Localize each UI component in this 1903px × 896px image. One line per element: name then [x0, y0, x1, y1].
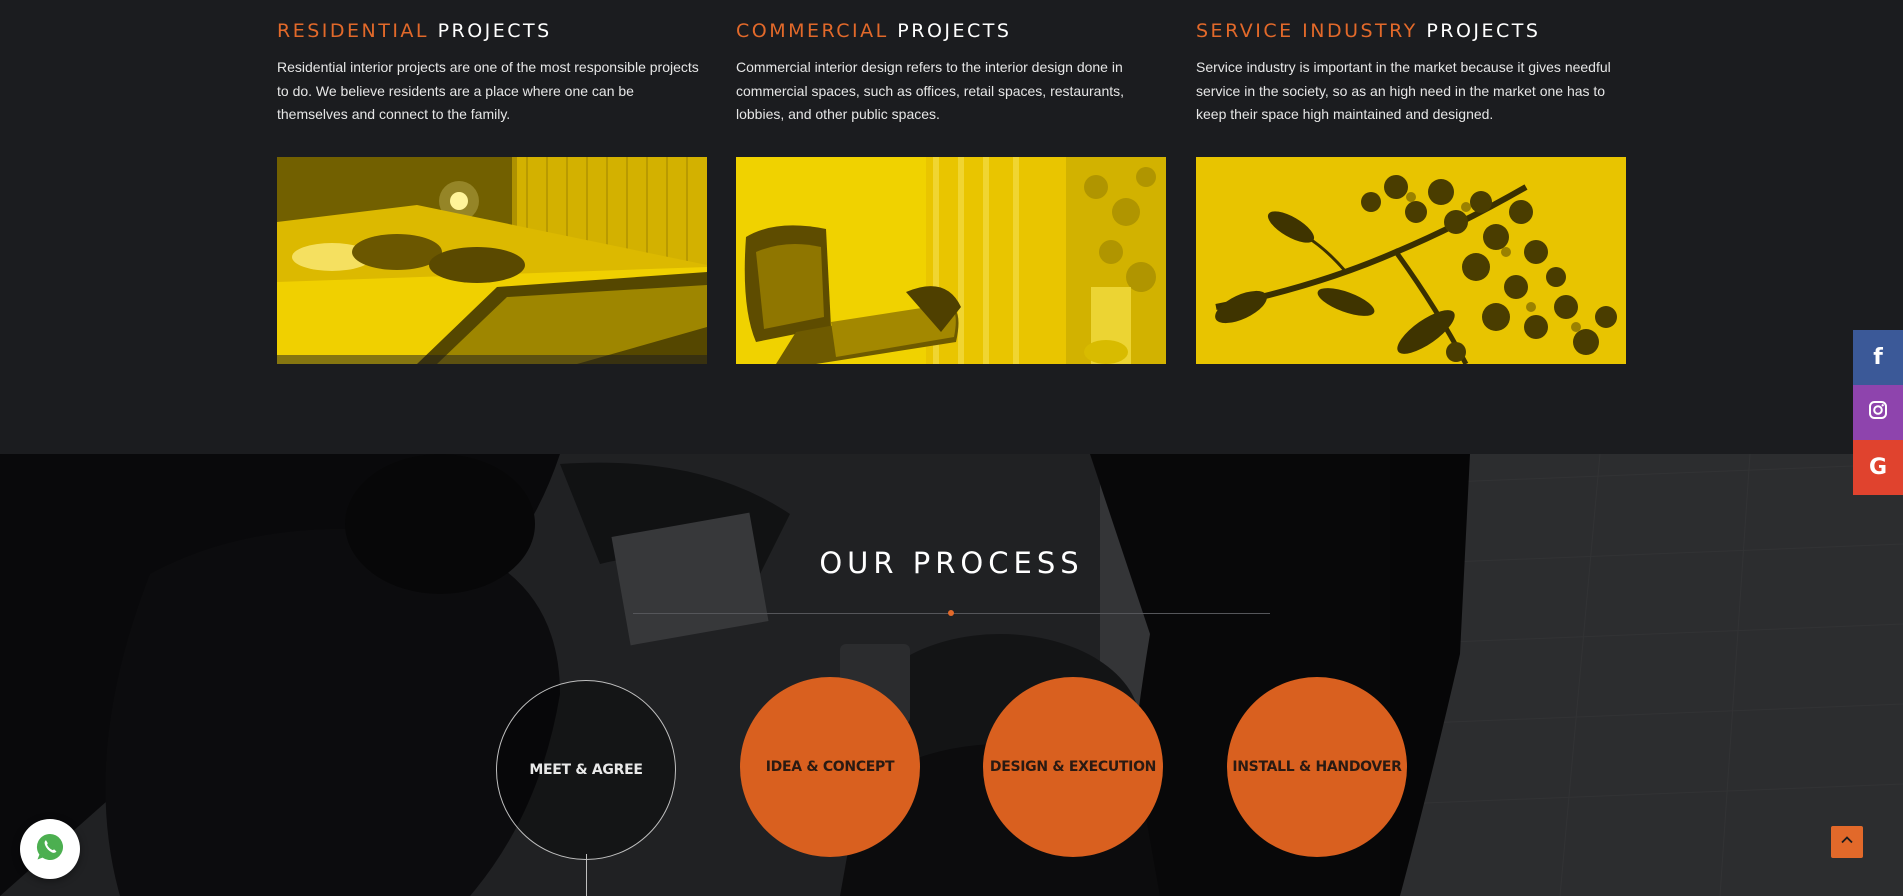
process-title: OUR PROCESS	[819, 546, 1084, 580]
step-connector-line	[586, 854, 587, 896]
project-title-accent: RESIDENTIAL	[277, 20, 430, 42]
instagram-icon	[1868, 400, 1888, 426]
process-section: OUR PROCESS MEET & AGREE IDEA & CONCEPT …	[0, 454, 1903, 896]
project-title-rest: PROJECTS	[437, 20, 552, 42]
facebook-icon: f	[1873, 345, 1883, 370]
whatsapp-icon	[35, 832, 65, 867]
project-title: COMMERCIAL PROJECTS	[736, 20, 1166, 44]
step-label: INSTALL & HANDOVER	[1232, 759, 1402, 775]
project-title: RESIDENTIAL PROJECTS	[277, 20, 707, 44]
facebook-link[interactable]: f	[1853, 330, 1903, 385]
project-description: Residential interior projects are one of…	[277, 59, 699, 122]
project-residential: RESIDENTIAL PROJECTS Residential interio…	[277, 0, 707, 364]
meeting-background-photo	[0, 454, 1903, 896]
project-title-rest: PROJECTS	[1426, 20, 1541, 42]
step-design-execution[interactable]: DESIGN & EXECUTION	[983, 677, 1163, 857]
instagram-link[interactable]	[1853, 385, 1903, 440]
project-commercial: COMMERCIAL PROJECTS Commercial interior …	[736, 0, 1166, 364]
divider-dot	[948, 610, 954, 616]
project-description: Service industry is important in the mar…	[1196, 59, 1611, 122]
project-title-accent: SERVICE INDUSTRY	[1196, 20, 1418, 42]
project-title: SERVICE INDUSTRY PROJECTS	[1196, 20, 1626, 44]
project-description: Commercial interior design refers to the…	[736, 59, 1125, 122]
flowers-image[interactable]	[1196, 157, 1626, 364]
lounge-chair-image[interactable]	[736, 157, 1166, 364]
google-link[interactable]: G	[1853, 440, 1903, 495]
step-meet-agree[interactable]: MEET & AGREE	[496, 680, 676, 860]
step-install-handover[interactable]: INSTALL & HANDOVER	[1227, 677, 1407, 857]
project-title-rest: PROJECTS	[897, 20, 1012, 42]
step-label: MEET & AGREE	[529, 762, 643, 778]
step-idea-concept[interactable]: IDEA & CONCEPT	[740, 677, 920, 857]
project-title-accent: COMMERCIAL	[736, 20, 889, 42]
step-label: DESIGN & EXECUTION	[989, 759, 1157, 775]
step-label: IDEA & CONCEPT	[765, 759, 895, 775]
social-sidebar: f G	[1853, 330, 1903, 495]
google-icon: G	[1868, 455, 1888, 480]
back-to-top-button[interactable]	[1831, 826, 1863, 858]
project-service-industry: SERVICE INDUSTRY PROJECTS Service indust…	[1196, 0, 1626, 364]
whatsapp-button[interactable]	[20, 819, 80, 879]
projects-section: RESIDENTIAL PROJECTS Residential interio…	[0, 0, 1903, 454]
bedroom-image[interactable]	[277, 157, 707, 364]
chevron-up-icon	[1840, 833, 1854, 852]
